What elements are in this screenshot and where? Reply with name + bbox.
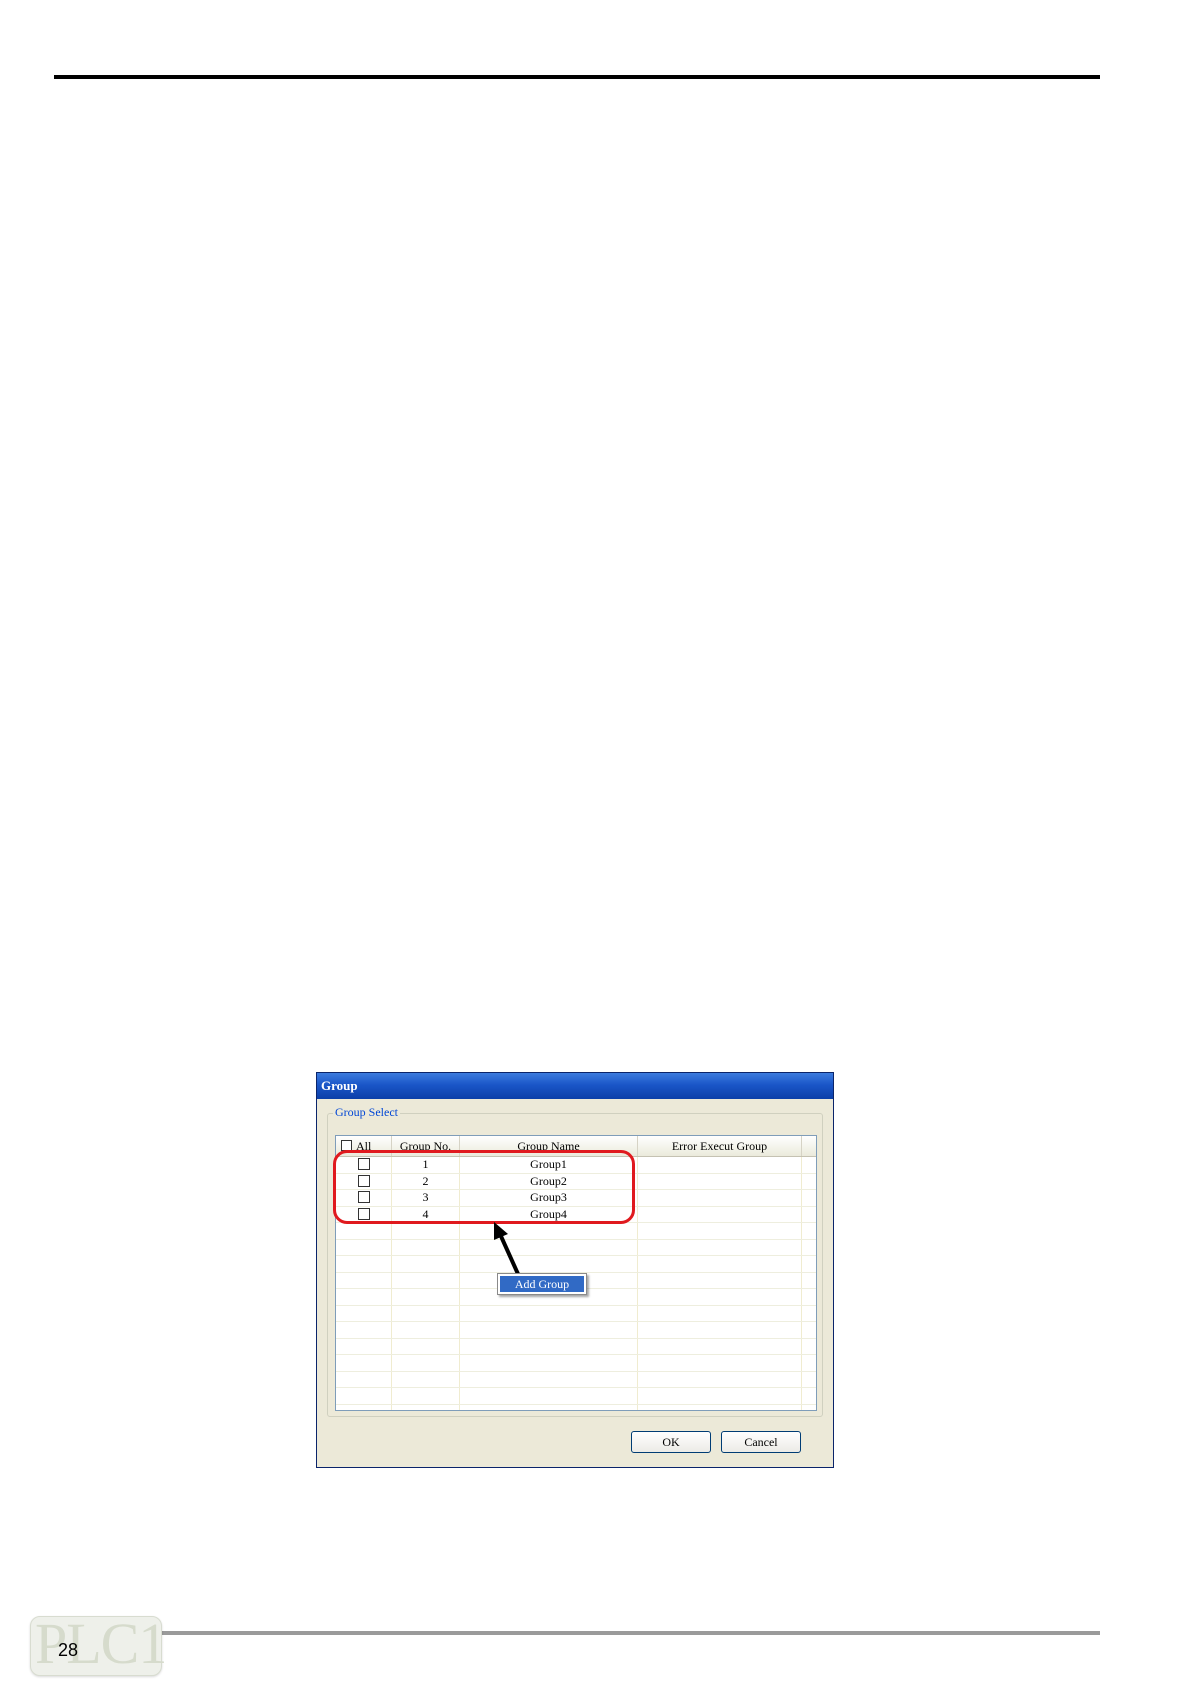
cell-group-name [460, 1305, 638, 1321]
cell-group-no [392, 1289, 460, 1305]
footer-rule [54, 1631, 1100, 1635]
cell-error-execute [638, 1289, 802, 1305]
plc-logo: PLC1 [30, 1613, 167, 1676]
cell-group-name [460, 1371, 638, 1387]
table-row[interactable] [336, 1404, 816, 1411]
cell-error-execute [638, 1355, 802, 1371]
cell-checkbox[interactable] [336, 1305, 392, 1321]
cell-error-execute [638, 1190, 802, 1206]
cell-spacer [802, 1157, 816, 1173]
cell-spacer [802, 1190, 816, 1206]
dialog-title: Group [317, 1073, 833, 1099]
cell-group-name [460, 1338, 638, 1354]
cell-spacer [802, 1273, 816, 1289]
cell-group-name [460, 1322, 638, 1338]
header-rule [54, 75, 1100, 79]
table-row[interactable] [336, 1355, 816, 1372]
cell-group-no [392, 1371, 460, 1387]
cell-error-execute [638, 1157, 802, 1173]
cell-group-no [392, 1305, 460, 1321]
cell-spacer [802, 1405, 816, 1411]
cell-group-name [460, 1388, 638, 1404]
cell-spacer [802, 1355, 816, 1371]
cell-spacer [802, 1240, 816, 1256]
group-select-label: Group Select [333, 1105, 400, 1120]
cancel-button[interactable]: Cancel [721, 1431, 801, 1453]
cell-group-no [392, 1272, 460, 1288]
cell-error-execute [638, 1272, 802, 1288]
cell-checkbox[interactable] [336, 1371, 392, 1387]
cell-spacer [802, 1306, 816, 1322]
cell-group-no [392, 1355, 460, 1371]
cell-checkbox[interactable] [336, 1388, 392, 1404]
cell-group-name [460, 1404, 638, 1410]
cell-checkbox[interactable] [336, 1404, 392, 1410]
cell-checkbox[interactable] [336, 1322, 392, 1338]
cell-error-execute [638, 1371, 802, 1387]
cell-group-no [392, 1338, 460, 1354]
cell-error-execute [638, 1404, 802, 1410]
table-row[interactable] [336, 1256, 816, 1273]
cell-group-name [460, 1355, 638, 1371]
table-row[interactable] [336, 1371, 816, 1388]
cell-checkbox[interactable] [336, 1355, 392, 1371]
cell-error-execute [638, 1223, 802, 1239]
cell-spacer [802, 1223, 816, 1239]
cell-group-name [460, 1239, 638, 1255]
cell-spacer [802, 1339, 816, 1355]
cell-checkbox[interactable] [336, 1223, 392, 1239]
cell-error-execute [638, 1206, 802, 1222]
cell-group-no [392, 1223, 460, 1239]
logo-text: PLC1 [35, 1611, 167, 1676]
cell-checkbox[interactable] [336, 1338, 392, 1354]
header-spacer [802, 1136, 816, 1156]
table-row[interactable] [336, 1388, 816, 1405]
group-dialog: Group Group Select All Group No. Group N… [316, 1072, 834, 1468]
cell-group-no [392, 1239, 460, 1255]
cell-group-no [392, 1256, 460, 1272]
cell-group-name [460, 1256, 638, 1272]
highlight-box [333, 1150, 635, 1224]
cell-spacer [802, 1207, 816, 1223]
cell-error-execute [638, 1388, 802, 1404]
add-group-menu-item[interactable]: Add Group [500, 1276, 584, 1292]
table-row[interactable] [336, 1239, 816, 1256]
cell-spacer [802, 1372, 816, 1388]
cell-error-execute [638, 1322, 802, 1338]
cell-error-execute [638, 1256, 802, 1272]
cell-group-no [392, 1404, 460, 1410]
context-menu: Add Group [497, 1273, 587, 1295]
cell-error-execute [638, 1239, 802, 1255]
arrow-up-left-icon [494, 1222, 520, 1275]
cell-spacer [802, 1174, 816, 1190]
header-error-execute[interactable]: Error Execut Group [638, 1136, 802, 1156]
page-number: 28 [58, 1640, 79, 1660]
cell-spacer [802, 1322, 816, 1338]
cell-group-no [392, 1388, 460, 1404]
cell-error-execute [638, 1173, 802, 1189]
cell-group-name [460, 1223, 638, 1239]
cell-error-execute [638, 1305, 802, 1321]
ok-button[interactable]: OK [631, 1431, 711, 1453]
cell-checkbox[interactable] [336, 1289, 392, 1305]
cell-spacer [802, 1388, 816, 1404]
cell-spacer [802, 1256, 816, 1272]
cell-checkbox[interactable] [336, 1272, 392, 1288]
table-row[interactable] [336, 1322, 816, 1339]
cell-error-execute [638, 1338, 802, 1354]
table-row[interactable] [336, 1338, 816, 1355]
cell-spacer [802, 1289, 816, 1305]
cell-group-no [392, 1322, 460, 1338]
table-row[interactable] [336, 1223, 816, 1240]
cell-checkbox[interactable] [336, 1239, 392, 1255]
cell-checkbox[interactable] [336, 1256, 392, 1272]
table-row[interactable] [336, 1305, 816, 1322]
